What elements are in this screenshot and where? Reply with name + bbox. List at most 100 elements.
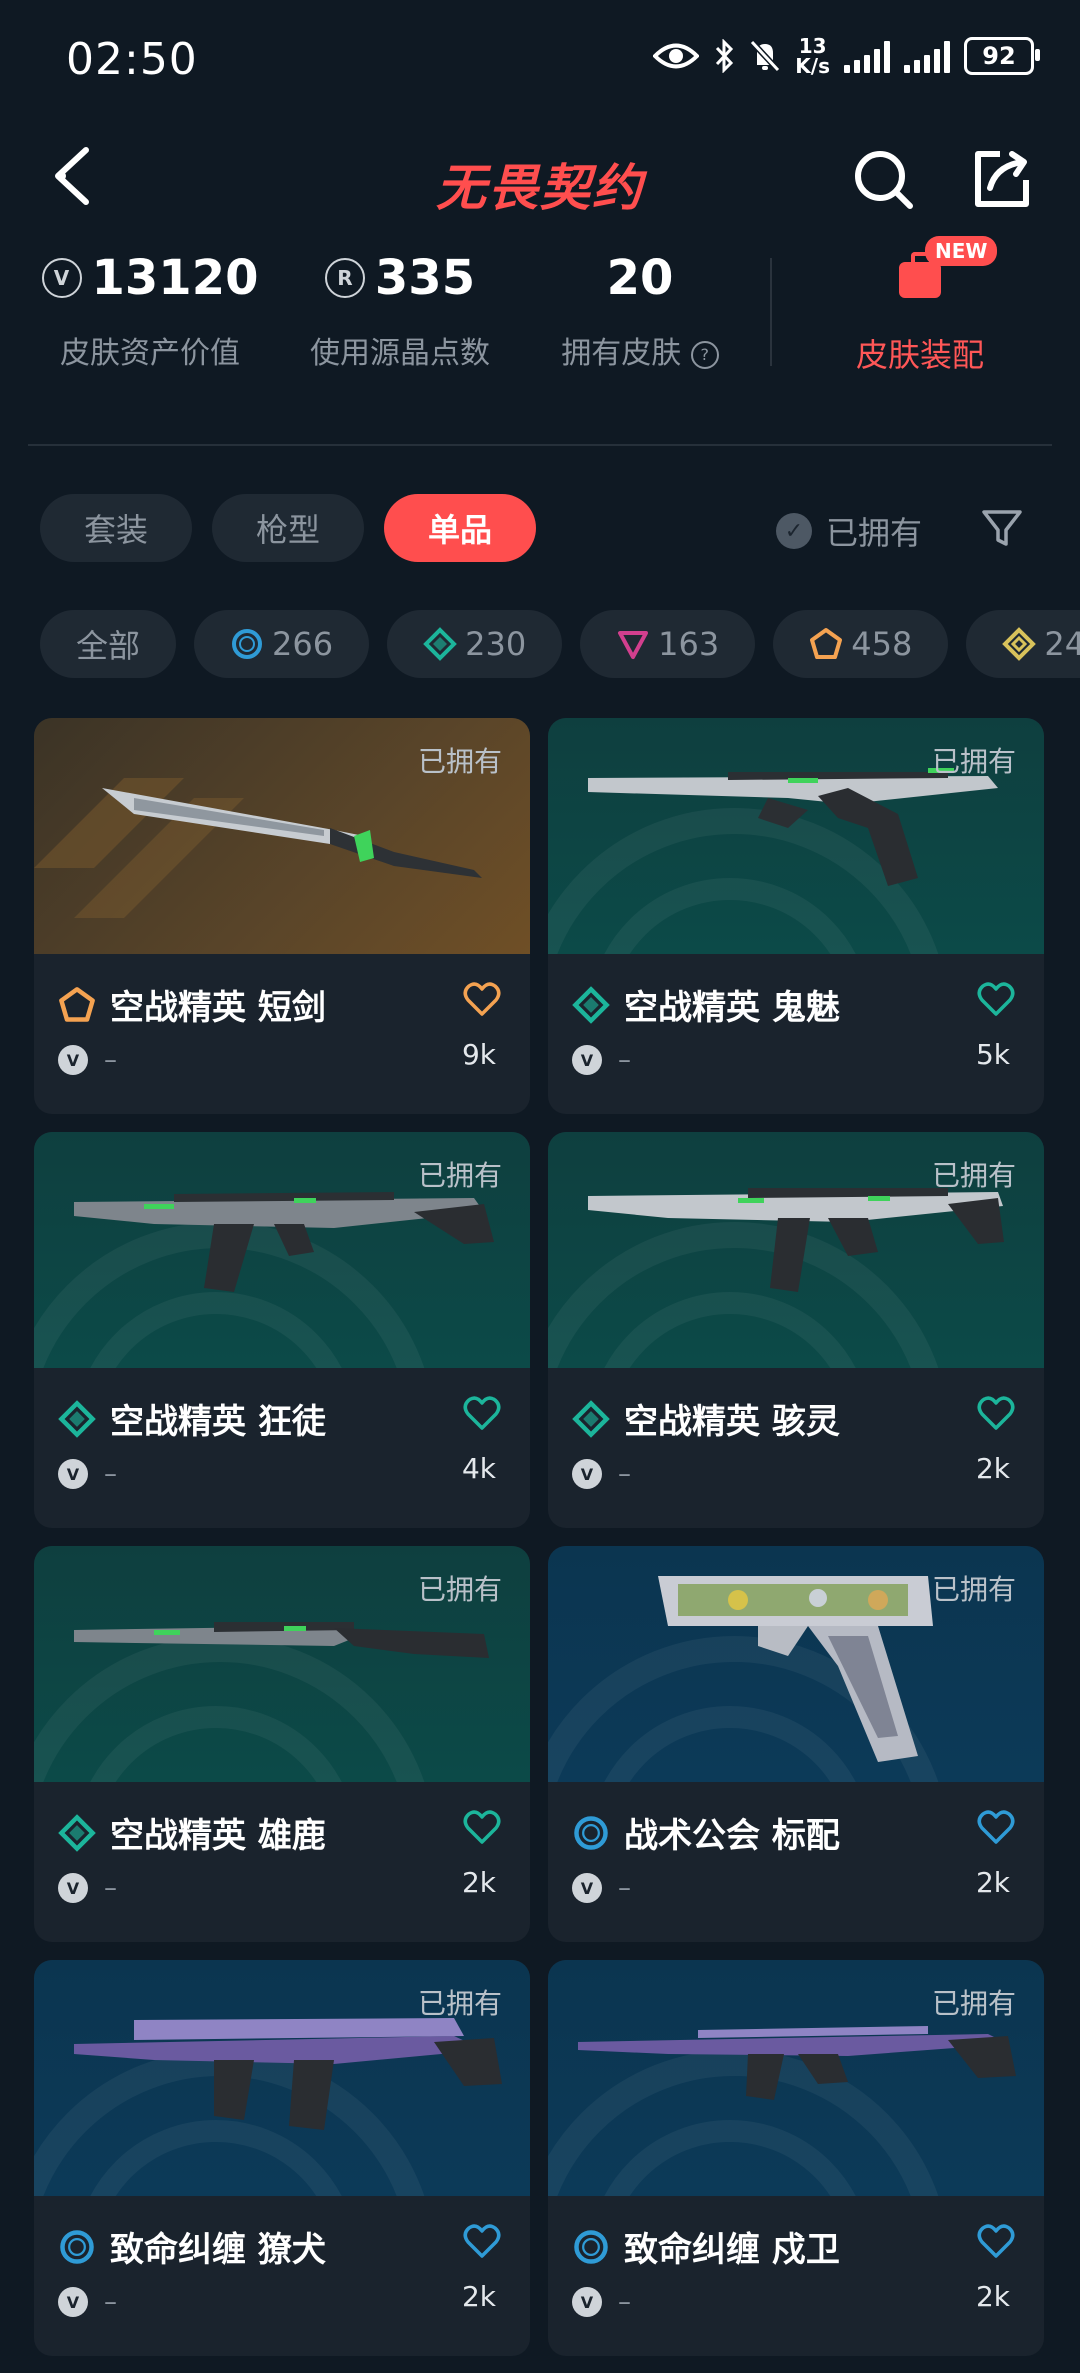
tab-single-item[interactable]: 单品: [384, 494, 537, 562]
chip-all[interactable]: 全部: [40, 610, 177, 678]
likes-count: 9k: [461, 1038, 496, 1071]
likes-count: 2k: [461, 2280, 496, 2313]
skin-name: 空战精英 狂徒: [110, 1402, 326, 1442]
heart-icon[interactable]: [976, 1808, 1016, 1848]
valorant-points-icon: V: [572, 1459, 602, 1489]
heart-icon[interactable]: [462, 2222, 502, 2262]
owned-tag: 已拥有: [931, 1159, 1016, 1192]
skin-name: 战术公会 标配: [624, 1816, 840, 1856]
valorant-points-icon: V: [572, 2287, 602, 2317]
skin-card[interactable]: 已拥有 空战精英 鬼魅 V – 5k: [548, 718, 1044, 1114]
chip-exclusive[interactable]: 24: [966, 610, 1080, 678]
filter-icon[interactable]: [980, 506, 1024, 550]
valorant-points-icon: V: [58, 1873, 88, 1903]
tab-bundle[interactable]: 套装: [40, 494, 193, 562]
chip-select[interactable]: 266: [194, 610, 370, 678]
skin-image: 已拥有: [34, 1132, 530, 1368]
tab-weapon-type[interactable]: 枪型: [212, 494, 365, 562]
network-speed: 13 K/s: [795, 34, 830, 78]
premium-tier-icon: [618, 631, 649, 659]
status-icons: 13 K/s 92: [653, 34, 1040, 78]
heart-icon[interactable]: [462, 980, 502, 1020]
heart-icon[interactable]: [976, 980, 1016, 1020]
chip-ultra[interactable]: 458: [773, 610, 949, 678]
rarity-filter-row: 全部 266 230 163 458 24: [40, 610, 1080, 680]
skin-info: 空战精英 短剑 V – 9k: [34, 954, 530, 1075]
deluxe-tier-icon: [572, 985, 610, 1024]
status-bar: 02:50 13 K/s 92: [0, 0, 1080, 120]
category-tabs: 套装 枪型 单品: [40, 494, 537, 562]
skin-image: 已拥有: [548, 718, 1044, 954]
skin-name: 致命纠缠 獠犬: [110, 2230, 326, 2270]
check-icon: ✓: [776, 513, 812, 549]
likes-count: 2k: [975, 1452, 1010, 1485]
signal-2-icon: [904, 39, 950, 73]
skin-image: 已拥有: [34, 1546, 530, 1782]
valorant-points-icon: V: [572, 1873, 602, 1903]
select-tier-icon: [574, 2229, 608, 2264]
deluxe-tier-icon: [572, 1399, 610, 1438]
select-tier-icon: [574, 1815, 608, 1850]
chip-premium[interactable]: 163: [580, 610, 756, 678]
new-badge: NEW: [925, 236, 998, 266]
skin-info: 空战精英 雄鹿 V – 2k: [34, 1782, 530, 1903]
briefcase-icon: [899, 252, 941, 298]
owned-tag: 已拥有: [931, 1987, 1016, 2020]
skin-image: 已拥有: [548, 1546, 1044, 1782]
skin-name: 空战精英 雄鹿: [110, 1816, 326, 1856]
owned-tag: 已拥有: [931, 1573, 1016, 1606]
app-header: 无畏契约: [0, 130, 1080, 230]
share-icon[interactable]: [966, 144, 1036, 214]
help-icon[interactable]: ?: [690, 340, 719, 369]
likes-count: 2k: [975, 2280, 1010, 2313]
skin-card[interactable]: 已拥有 空战精英 短剑 V – 9k: [34, 718, 530, 1114]
skin-card[interactable]: 已拥有 空战精英 狂徒 V – 4k: [34, 1132, 530, 1528]
skin-image: 已拥有: [548, 1960, 1044, 2196]
skin-loadout-button[interactable]: NEW 皮肤装配: [820, 236, 1020, 376]
app-logo: 无畏契约: [436, 159, 644, 217]
skin-name: 致命纠缠 戍卫: [624, 2230, 840, 2270]
heart-icon[interactable]: [976, 2222, 1016, 2262]
skin-image: 已拥有: [34, 1960, 530, 2196]
owned-tag: 已拥有: [417, 1987, 502, 2020]
select-tier-icon: [232, 629, 263, 659]
signal-1-icon: [844, 39, 890, 73]
owned-tag: 已拥有: [417, 1159, 502, 1192]
skin-info: 致命纠缠 獠犬 V – 2k: [34, 2196, 530, 2317]
likes-count: 2k: [975, 1866, 1010, 1899]
likes-count: 2k: [461, 1866, 496, 1899]
search-icon[interactable]: [848, 144, 918, 214]
ultra-tier-icon: [59, 986, 95, 1022]
skin-image: 已拥有: [548, 1132, 1044, 1368]
divider: [770, 258, 772, 366]
bluetooth-icon: [716, 39, 734, 73]
heart-icon[interactable]: [976, 1394, 1016, 1434]
valorant-points-icon: V: [58, 2287, 88, 2317]
owned-tag: 已拥有: [931, 745, 1016, 778]
skin-card[interactable]: 已拥有 空战精英 雄鹿 V – 2k: [34, 1546, 530, 1942]
battery-indicator: 92: [964, 37, 1040, 75]
likes-count: 4k: [461, 1452, 496, 1485]
mute-bell-icon: [750, 39, 781, 73]
eye-icon: [653, 43, 700, 69]
deluxe-tier-icon: [58, 1813, 96, 1852]
skin-info: 空战精英 鬼魅 V – 5k: [548, 954, 1044, 1075]
stat-radianite-points: R 335 使用源晶点数: [310, 250, 490, 371]
valorant-points-icon: V: [58, 1459, 88, 1489]
heart-icon[interactable]: [462, 1808, 502, 1848]
skin-card[interactable]: 已拥有 战术公会 标配 V – 2k: [548, 1546, 1044, 1942]
select-tier-icon: [60, 2229, 94, 2264]
ultra-tier-icon: [810, 628, 843, 659]
owned-toggle[interactable]: ✓ 已拥有: [776, 508, 922, 554]
skin-card[interactable]: 已拥有 空战精英 骇灵 V – 2k: [548, 1132, 1044, 1528]
divider: [28, 444, 1052, 446]
radianite-icon: R: [324, 258, 365, 298]
skin-name: 空战精英 骇灵: [624, 1402, 840, 1442]
skin-card[interactable]: 已拥有 致命纠缠 戍卫 V – 2k: [548, 1960, 1044, 2356]
chip-deluxe[interactable]: 230: [387, 610, 563, 678]
deluxe-tier-icon: [423, 627, 457, 661]
skin-card[interactable]: 已拥有 致命纠缠 獠犬 V – 2k: [34, 1960, 530, 2356]
heart-icon[interactable]: [462, 1394, 502, 1434]
skin-info: 战术公会 标配 V – 2k: [548, 1782, 1044, 1903]
clock: 02:50: [66, 34, 198, 85]
